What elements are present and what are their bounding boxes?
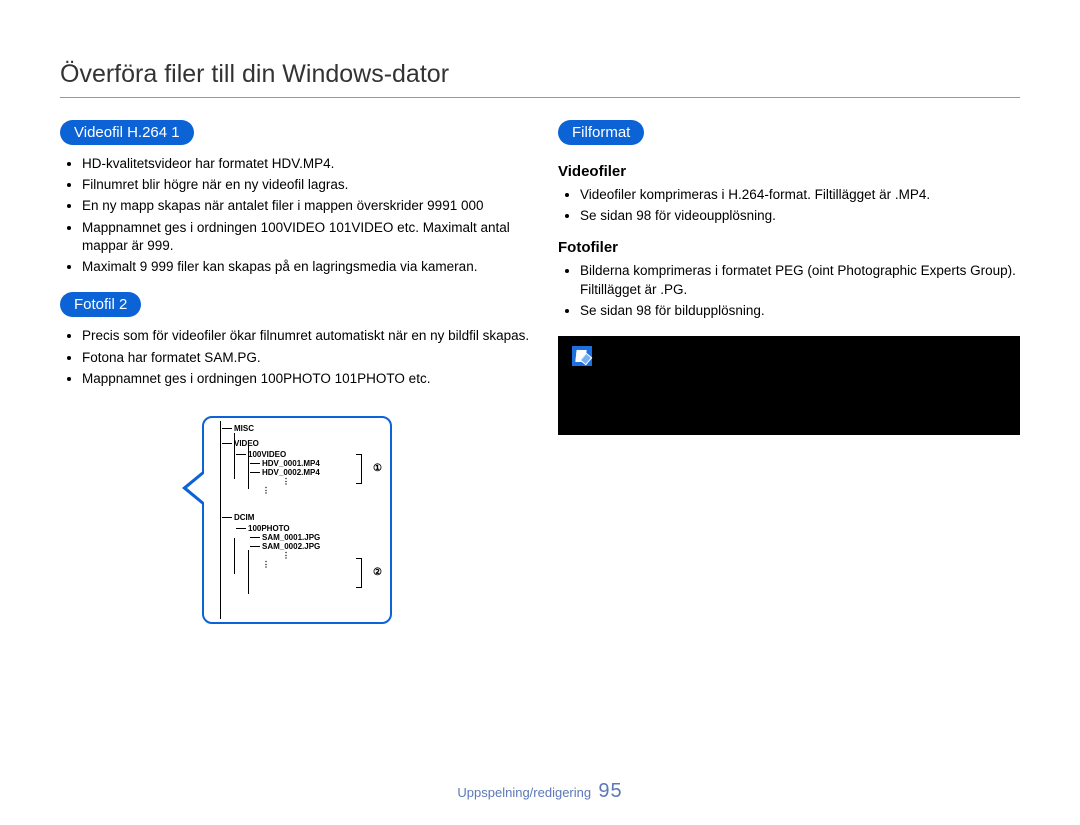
tree-pfile2: SAM_0002.JPG bbox=[262, 542, 320, 551]
list-item: Filnumret blir högre när en ny videofil … bbox=[82, 176, 534, 194]
video-list: HD-kvalitetsvideor har formatet HDV.MP4.… bbox=[82, 155, 534, 276]
list-item: Mappnamnet ges i ordningen 100PHOTO 101P… bbox=[82, 370, 534, 388]
folder-tree-callout: ① ② MISC VIDEO 100VIDEO HDV_0001.MP4 HDV… bbox=[202, 416, 392, 624]
list-item: Se sidan 98 för videoupplösning. bbox=[580, 207, 1020, 225]
video-pill: Videofil H.264 1 bbox=[60, 120, 194, 145]
fotofiler-list: Bilderna komprimeras i formatet PEG (oin… bbox=[580, 262, 1020, 320]
list-item: En ny mapp skapas när antalet filer i ma… bbox=[82, 197, 534, 215]
tree-misc: MISC bbox=[234, 424, 254, 433]
list-item: Precis som för videofiler ökar filnumret… bbox=[82, 327, 534, 345]
note-item: Produkten saknar stöd för filer som spel… bbox=[618, 403, 1006, 421]
tree-video-folder: 100VIDEO bbox=[248, 450, 286, 459]
fileformat-pill: Filformat bbox=[558, 120, 644, 145]
footer-section: Uppspelning/redigering bbox=[457, 785, 591, 800]
list-item: Mappnamnet ges i ordningen 100VIDEO 101V… bbox=[82, 219, 534, 255]
tree-vfile1: HDV_0001.MP4 bbox=[262, 459, 320, 468]
footer-page-number: 95 bbox=[598, 780, 622, 802]
note-box: Ett filnamn som inte följer DCF-standard… bbox=[558, 336, 1020, 435]
note-item: Ett filnamn som inte följer DCF-standard… bbox=[618, 366, 1006, 402]
tree-vfile2: HDV_0002.MP4 bbox=[262, 468, 320, 477]
videofiler-heading: Videofiler bbox=[558, 163, 1020, 180]
tree-pfile1: SAM_0001.JPG bbox=[262, 533, 320, 542]
list-item: Maximalt 9 999 filer kan skapas på en la… bbox=[82, 258, 534, 276]
list-item: Fotona har formatet SAM.PG. bbox=[82, 349, 534, 367]
tree-dcim: DCIM bbox=[234, 513, 254, 522]
list-item: HD-kvalitetsvideor har formatet HDV.MP4. bbox=[82, 155, 534, 173]
page-title: Överföra filer till din Windows-dator bbox=[60, 60, 1020, 89]
note-icon bbox=[572, 346, 592, 366]
photo-pill: Fotofil 2 bbox=[60, 292, 141, 317]
list-item: Videofiler komprimeras i H.264-format. F… bbox=[580, 186, 1020, 204]
list-item: Se sidan 98 för bildupplösning. bbox=[580, 302, 1020, 320]
tree-photo-folder: 100PHOTO bbox=[248, 524, 290, 533]
fotofiler-heading: Fotofiler bbox=[558, 239, 1020, 256]
divider bbox=[60, 97, 1020, 98]
list-item: Bilderna komprimeras i formatet PEG (oin… bbox=[580, 262, 1020, 298]
tree-video: VIDEO bbox=[234, 439, 259, 448]
videofiler-list: Videofiler komprimeras i H.264-format. F… bbox=[580, 186, 1020, 225]
photo-list: Precis som för videofiler ökar filnumret… bbox=[82, 327, 534, 388]
